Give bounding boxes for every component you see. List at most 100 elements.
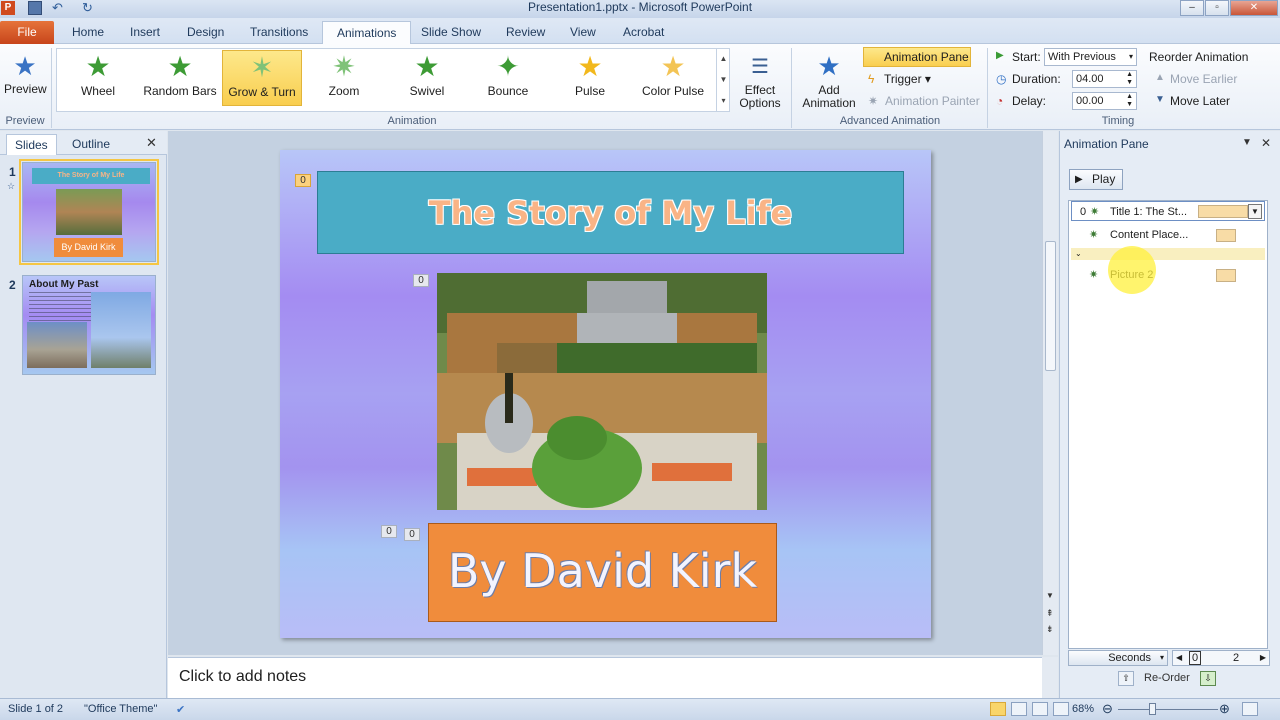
close-pane-icon[interactable]: ✕ [1261, 136, 1271, 150]
animation-tag-title[interactable]: 0 [295, 174, 311, 187]
timeline-label: 0 [1189, 651, 1202, 665]
scroll-down-icon[interactable]: ▼ [1046, 591, 1054, 600]
fit-to-window-icon[interactable] [1242, 702, 1258, 716]
slide-author-box[interactable]: By David Kirk [428, 523, 777, 622]
notes-scrollbar[interactable] [1042, 657, 1058, 698]
play-button[interactable]: ▶ Play [1069, 169, 1123, 190]
slides-pane-tabs: Slides Outline ✕ [0, 131, 167, 155]
maximize-button[interactable]: ▫ [1205, 0, 1229, 16]
animation-swivel[interactable]: ★ Swivel [387, 50, 467, 106]
reorder-up-button[interactable]: ⇧ [1118, 671, 1134, 686]
animation-item-title[interactable]: 0 ✷ Title 1: The St... ▼ [1071, 201, 1265, 221]
thumb-photo [56, 189, 122, 235]
move-earlier-button[interactable]: ▲ Move Earlier [1155, 72, 1237, 86]
timeline-bar [1216, 269, 1236, 282]
reading-view-icon[interactable] [1032, 702, 1048, 716]
animation-painter-button[interactable]: ✷ Animation Painter [868, 94, 980, 108]
expand-row[interactable]: ⌄ [1071, 248, 1265, 260]
star-icon: ✷ [332, 51, 356, 82]
slide-show-icon[interactable] [1053, 702, 1069, 716]
slide-thumbnail-2[interactable]: About My Past [22, 275, 156, 375]
seconds-dropdown[interactable]: Seconds ▾ [1068, 650, 1168, 666]
reorder-down-button[interactable]: ⇩ [1200, 671, 1216, 686]
animation-item-picture[interactable]: ✷ Picture 2 [1071, 265, 1265, 285]
animation-zoom[interactable]: ✷ Zoom [304, 50, 384, 106]
ribbon-tabs: File Home Insert Design Transitions Anim… [0, 18, 1280, 45]
tab-insert[interactable]: Insert [116, 21, 174, 44]
star-icon: ✦ [496, 51, 520, 82]
animation-item-label: Title 1: The St... [1110, 206, 1188, 218]
tab-transitions[interactable]: Transitions [236, 21, 322, 44]
delay-spinner[interactable]: 00.00 ▲ ▼ [1072, 92, 1137, 110]
slide-author: By David Kirk [447, 544, 758, 598]
animation-tag-picture[interactable]: 0 [413, 274, 429, 287]
tab-slide-show[interactable]: Slide Show [407, 21, 495, 44]
animation-pane-button[interactable]: Animation Pane [863, 47, 971, 67]
close-button[interactable]: ✕ [1230, 0, 1278, 16]
effect-options-button[interactable]: ☰ Effect Options [734, 50, 786, 110]
animation-random-bars[interactable]: ★ Random Bars [140, 50, 220, 106]
group-divider [791, 48, 792, 128]
item-dropdown-icon[interactable]: ▼ [1248, 204, 1262, 219]
scroll-thumb[interactable] [1045, 241, 1056, 371]
gallery-label: Zoom [328, 84, 360, 98]
start-dropdown[interactable]: With Previous ▾ [1044, 48, 1137, 66]
zoom-slider-thumb[interactable] [1149, 703, 1156, 715]
scroll-right-icon[interactable]: ▶ [1260, 651, 1266, 665]
animation-tag-author-b[interactable]: 0 [404, 528, 420, 541]
star-icon: ★ [577, 51, 603, 82]
minimize-button[interactable]: – [1180, 0, 1204, 16]
add-animation-button[interactable]: ★ Add Animation [797, 48, 861, 110]
next-slide-icon[interactable]: ⇟ [1046, 625, 1054, 634]
duration-spinner[interactable]: 04.00 ▲ ▼ [1072, 70, 1137, 88]
notes-placeholder: Click to add notes [179, 668, 307, 685]
slide-picture[interactable] [437, 273, 767, 510]
slide-title-box[interactable]: The Story of My Life [317, 171, 904, 254]
start-label: ▶ Start: [996, 50, 1041, 64]
zoom-level[interactable]: 68% [1072, 703, 1094, 715]
editor-vertical-scrollbar[interactable]: ▼ ⇞ ⇟ [1042, 131, 1058, 655]
tab-slides[interactable]: Slides [6, 134, 57, 155]
zoom-out-icon[interactable]: ⊖ [1102, 701, 1113, 717]
add-animation-star-icon: ★ [817, 51, 841, 81]
animation-wheel[interactable]: ★ Wheel [58, 50, 138, 106]
zoom-in-icon[interactable]: ⊕ [1219, 701, 1230, 717]
pane-options-icon[interactable]: ▼ [1242, 137, 1252, 148]
animation-item-index: 0 [1080, 206, 1087, 218]
theme-name[interactable]: "Office Theme" [84, 703, 157, 715]
animation-pulse[interactable]: ★ Pulse [550, 50, 630, 106]
close-pane-icon[interactable]: ✕ [146, 135, 157, 151]
previous-slide-icon[interactable]: ⇞ [1046, 609, 1054, 618]
tab-home[interactable]: Home [58, 21, 118, 44]
trigger-label: Trigger [884, 72, 922, 86]
thumb-tower-photo [91, 292, 151, 368]
effect-star-icon: ✷ [1089, 269, 1099, 281]
tab-acrobat[interactable]: Acrobat [609, 21, 678, 44]
zoom-slider-track[interactable] [1118, 709, 1218, 710]
preview-label: Preview [4, 82, 47, 96]
slide-thumbnail-1[interactable]: The Story of My Life By David Kirk [19, 159, 159, 265]
tab-animations[interactable]: Animations [322, 21, 412, 45]
move-later-button[interactable]: ▼ Move Later [1155, 94, 1230, 108]
notes-pane[interactable]: Click to add notes [168, 657, 1042, 698]
animation-item-content[interactable]: ✷ Content Place... [1071, 225, 1265, 245]
gallery-scroll[interactable]: ▲ ▼ ▾ [716, 48, 730, 112]
spellcheck-icon[interactable]: ✔ [176, 703, 185, 716]
tab-view[interactable]: View [556, 21, 610, 44]
tab-file[interactable]: File [0, 21, 54, 44]
gallery-label: Swivel [409, 84, 445, 98]
window-title: Presentation1.pptx - Microsoft PowerPoin… [527, 0, 753, 14]
normal-view-icon[interactable] [990, 702, 1006, 716]
tab-outline[interactable]: Outline [64, 134, 118, 155]
tab-review[interactable]: Review [492, 21, 559, 44]
animation-bounce[interactable]: ✦ Bounce [468, 50, 548, 106]
scroll-left-icon[interactable]: ◀ [1176, 651, 1182, 665]
animation-grow-turn[interactable]: ✶ Grow & Turn [222, 50, 302, 106]
animation-tag-author-a[interactable]: 0 [381, 525, 397, 538]
tab-design[interactable]: Design [173, 21, 238, 44]
trigger-button[interactable]: ϟ Trigger ▾ [868, 72, 931, 86]
preview-button[interactable]: ★ Preview [4, 50, 47, 96]
gallery-label: Wheel [80, 84, 115, 98]
animation-color-pulse[interactable]: ★ Color Pulse [633, 50, 713, 106]
slide-sorter-icon[interactable] [1011, 702, 1027, 716]
